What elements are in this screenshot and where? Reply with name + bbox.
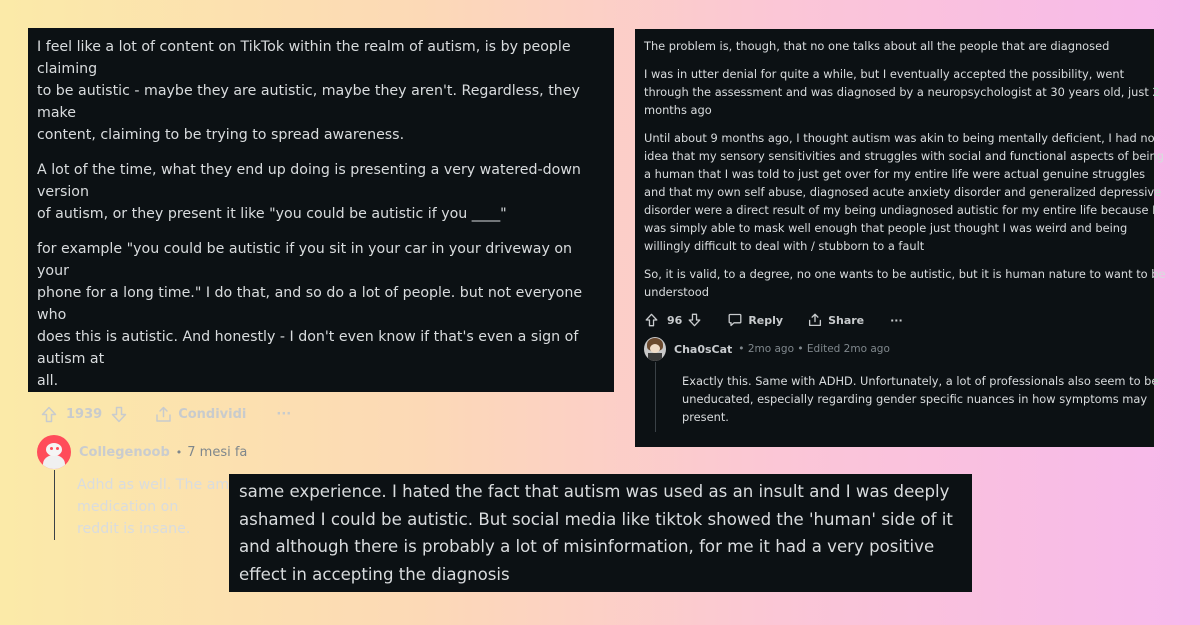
comment-header: Cha0sCat • 2mo ago • Edited 2mo ago <box>644 336 1150 362</box>
post-body: I feel like a lot of content on TikTok w… <box>37 36 606 392</box>
thread-line[interactable] <box>655 362 656 432</box>
post-paragraph: So, it is valid, to a degree, no one wan… <box>644 267 1166 299</box>
thread-line[interactable] <box>54 470 55 540</box>
reply-label: Reply <box>748 313 784 327</box>
avatar[interactable] <box>37 435 71 469</box>
share-icon <box>155 406 172 423</box>
share-label: Condividi <box>178 406 247 422</box>
comment-author[interactable]: Collegenoob <box>79 445 170 460</box>
vote-count: 1939 <box>66 406 103 422</box>
speech-bubble-icon <box>728 313 742 327</box>
post-body: The problem is, though, that no one talk… <box>644 37 1166 301</box>
share-button[interactable]: Condividi <box>155 406 246 423</box>
avatar[interactable] <box>644 337 666 361</box>
comment-body: same experience. I hated the fact that a… <box>239 482 953 584</box>
right-post-screenshot: The problem is, though, that no one talk… <box>635 29 1166 447</box>
upvote-arrow-icon[interactable] <box>41 406 57 423</box>
post-paragraph: The problem is, though, that no one talk… <box>644 39 1110 53</box>
comment-thread: Exactly this. Same with ADHD. Unfortunat… <box>655 362 1159 432</box>
more-options-button[interactable]: ··· <box>890 314 903 327</box>
share-button[interactable]: Share <box>808 313 864 327</box>
downvote-arrow-icon[interactable] <box>688 313 701 327</box>
post-action-bar: 96 Reply Share ··· <box>644 310 1150 330</box>
comment-timestamp: • 2mo ago • Edited 2mo ago <box>738 343 890 355</box>
downvote-arrow-icon[interactable] <box>111 406 127 423</box>
meta-separator: • <box>175 445 183 459</box>
post-paragraph: A lot of the time, what they end up doin… <box>37 162 581 222</box>
bottom-comment-screenshot: same experience. I hated the fact that a… <box>229 474 972 592</box>
post-paragraph: I was in utter denial for quite a while,… <box>644 67 1160 117</box>
post-paragraph: Until about 9 months ago, I thought auti… <box>644 131 1164 253</box>
comment-header: Collegenoob • 7 mesi fa <box>37 434 606 470</box>
post-paragraph: for example "you could be autistic if yo… <box>37 241 583 389</box>
vote-count: 96 <box>667 313 683 327</box>
upvote-arrow-icon[interactable] <box>645 313 658 327</box>
more-options-button[interactable]: ··· <box>276 407 291 422</box>
comment-body: Exactly this. Same with ADHD. Unfortunat… <box>682 374 1159 424</box>
post-paragraph: I feel like a lot of content on TikTok w… <box>37 39 580 143</box>
left-post-screenshot: I feel like a lot of content on TikTok w… <box>28 28 614 540</box>
reply-button[interactable]: Reply <box>728 313 783 327</box>
post-action-bar: 1939 Condividi ··· <box>37 402 606 426</box>
comment-timestamp: 7 mesi fa <box>187 444 248 460</box>
share-label: Share <box>828 313 865 327</box>
share-icon <box>808 313 822 327</box>
comment-author[interactable]: Cha0sCat <box>674 343 732 356</box>
